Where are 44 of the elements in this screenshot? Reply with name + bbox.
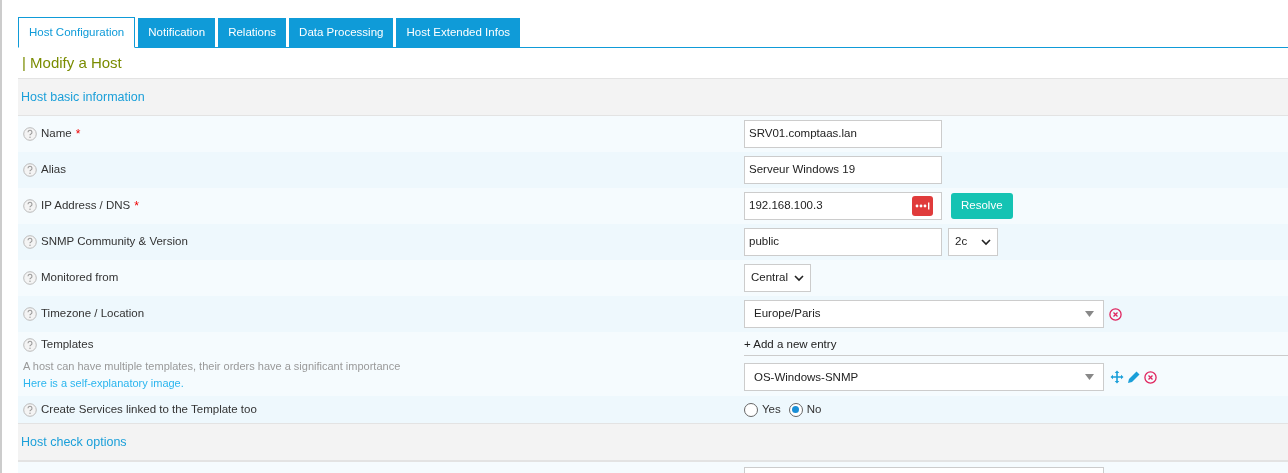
remove-icon[interactable] [1109,307,1122,321]
field-label: Create Services linked to the Template too [41,401,257,417]
field-label: Name [41,126,72,142]
page-title: | Modify a Host [22,52,122,73]
radio-label: Yes [762,401,781,417]
help-icon[interactable] [23,163,37,177]
field-label: IP Address / DNS [41,198,131,214]
timezone-select[interactable]: Europe/Paris [744,300,1104,328]
help-icon[interactable] [23,271,37,285]
field-label: Templates [41,337,94,352]
required-asterisk: * [75,126,81,143]
chevron-down-icon [981,238,991,246]
text-field[interactable]: SRV01.comptaas.lan [744,120,942,148]
required-asterisk: * [134,198,139,215]
field-label: Monitored from [41,270,119,286]
template-select[interactable]: OS-Windows-SNMP [744,363,1104,392]
chevron-down-icon [794,274,805,282]
radio-button[interactable] [744,402,758,417]
field-label: SNMP Community & Version [41,234,188,250]
section-title: Host check options [21,433,127,451]
snmp-community-field[interactable]: public [744,228,942,256]
field-label: Timezone / Location [41,306,145,322]
section-title: Host basic information [21,88,145,106]
help-icon[interactable] [23,307,37,321]
remove-icon[interactable] [1144,370,1157,384]
caret-down-icon [1085,374,1094,381]
help-text: A host can have multiple templates, their orders have a significant importance [23,359,402,375]
poller-select[interactable]: Central [744,264,812,292]
caret-down-icon [1085,311,1094,317]
help-icon[interactable] [23,402,37,417]
radio-button[interactable] [788,402,803,417]
ip-address-field[interactable]: 192.168.100.3 [744,192,942,220]
move-icon[interactable] [1110,370,1124,385]
help-icon[interactable] [23,337,37,352]
help-icon[interactable] [23,127,37,141]
add-entry-link[interactable]: + Add a new entry [744,336,837,354]
version-select[interactable]: 2c [948,228,998,256]
help-icon[interactable] [23,199,37,213]
pencil-icon[interactable] [1127,370,1141,385]
password-manager-icon[interactable] [912,196,933,216]
text-field[interactable]: Serveur Windows 19 [744,156,942,184]
radio-label: No [806,401,822,417]
field-label: Alias [41,162,66,178]
help-icon[interactable] [23,235,37,249]
